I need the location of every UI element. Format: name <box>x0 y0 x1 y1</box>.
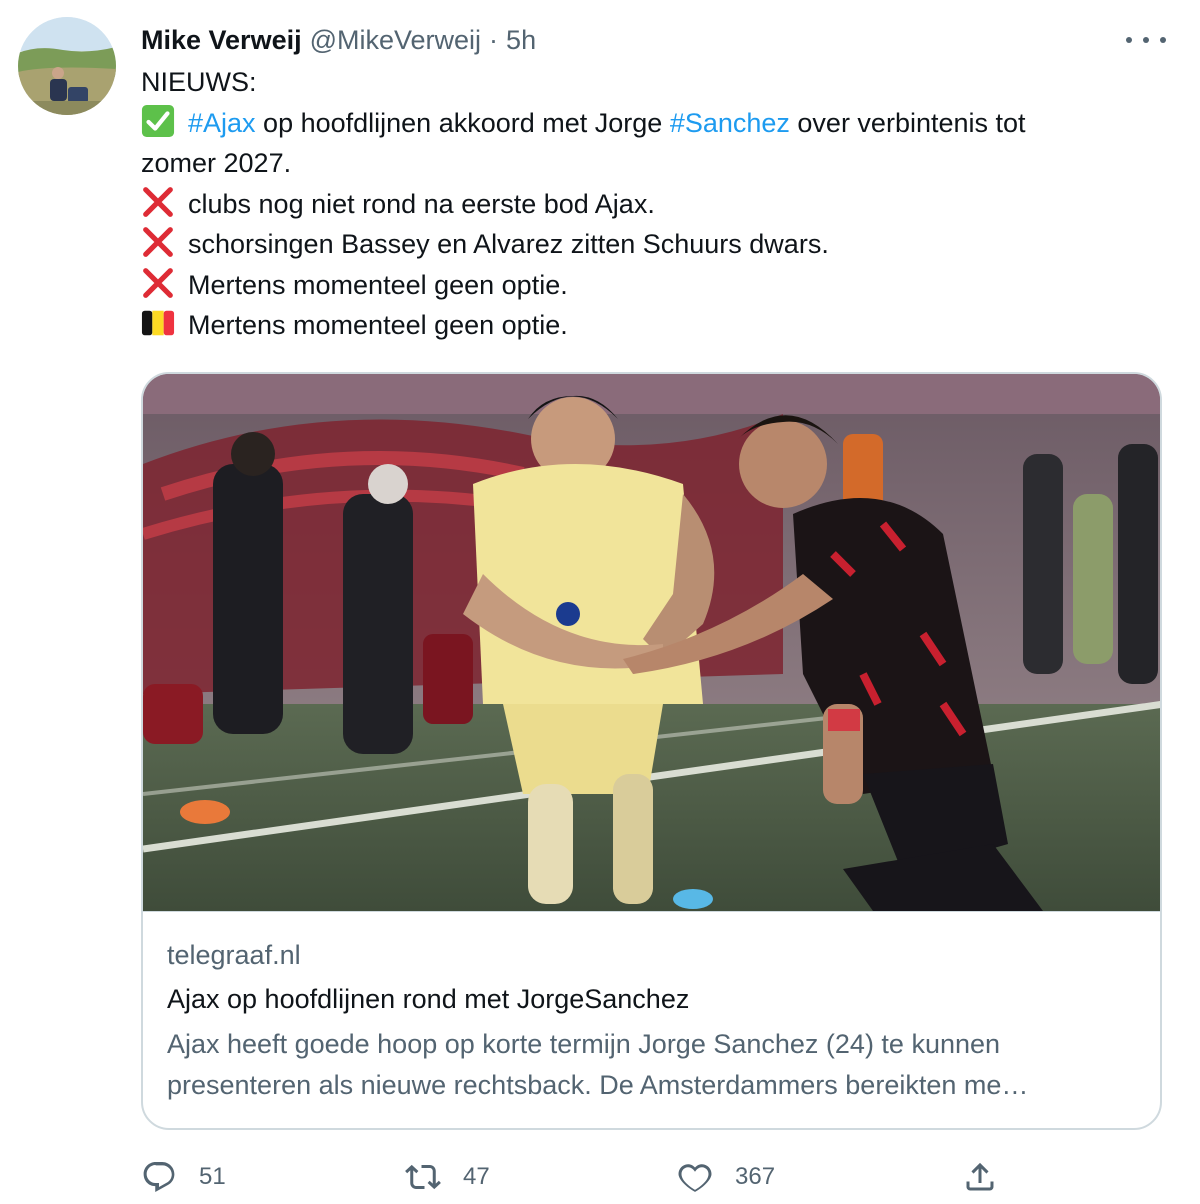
retweet-icon <box>405 1164 441 1190</box>
author-avatar[interactable] <box>18 17 116 115</box>
tweet-text-segment: op hoofdlijnen akkoord met Jorge <box>255 107 670 138</box>
cross-mark-icon <box>143 267 173 298</box>
tweet-text-segment: clubs nog niet rond na eerste bod Ajax. <box>188 188 655 219</box>
tweet-text-segment: schorsingen Bassey en Alvarez zitten Sch… <box>188 229 829 259</box>
tweet-line: zomer 2027. <box>141 148 292 178</box>
share-icon <box>966 1162 994 1191</box>
hashtag-link[interactable]: #Sanchez <box>670 108 790 138</box>
card-description: Ajax heeft goede hoop op korte termijn J… <box>167 1029 1029 1100</box>
tweet-text-segment: over verbintenis tot <box>789 107 1026 138</box>
card-domain: telegraaf.nl <box>167 940 301 970</box>
tweet-action-bar: 51 47 367 <box>0 1150 1200 1204</box>
more-horizontal-icon[interactable] <box>1126 28 1166 52</box>
card-title: Ajax op hoofdlijnen rond met JorgeSanche… <box>167 984 690 1014</box>
tweet-line: clubs nog niet rond na eerste bod Ajax. <box>141 184 1171 225</box>
card-image[interactable] <box>143 374 1162 911</box>
link-preview-card[interactable]: telegraaf.nl Ajax op hoofdlijnen rond me… <box>141 372 1162 1130</box>
tweet-timestamp[interactable]: 5h <box>506 25 536 56</box>
tweet-text-segment: Mertens momenteel geen optie. <box>188 269 568 300</box>
reply-icon <box>143 1162 175 1193</box>
reply-count: 51 <box>199 1163 226 1190</box>
tweet-line: #Ajax op hoofdlijnen akkoord met Jorge #… <box>141 103 1171 144</box>
tweet-line: Mertens momenteel geen optie. <box>141 265 1171 306</box>
cross-mark-icon <box>143 227 173 257</box>
belgium-flag-icon <box>141 310 175 336</box>
like-count: 367 <box>735 1163 776 1190</box>
tweet-header: Mike Verweij @MikeVerweij · 5h <box>141 20 536 60</box>
heart-icon <box>678 1164 712 1192</box>
avatar-image <box>18 17 116 115</box>
cross-mark-icon <box>143 186 173 217</box>
retweet-count: 47 <box>463 1163 490 1190</box>
reply-button[interactable]: 51 <box>141 1150 226 1204</box>
hashtag-link[interactable]: #Ajax <box>188 108 256 138</box>
tweet-line: Mertens momenteel geen optie. <box>141 305 1171 346</box>
author-display-name[interactable]: Mike Verweij <box>141 25 302 56</box>
check-mark-icon <box>141 104 175 137</box>
card-info[interactable]: telegraaf.nl Ajax op hoofdlijnen rond me… <box>143 911 1160 1128</box>
like-button[interactable]: 367 <box>677 1150 775 1204</box>
tweet-line: NIEUWS: <box>141 67 257 97</box>
author-handle[interactable]: @MikeVerweij <box>310 25 481 56</box>
share-button[interactable] <box>962 1150 998 1204</box>
tweet-line: schorsingen Bassey en Alvarez zitten Sch… <box>141 224 1171 265</box>
separator-dot: · <box>489 24 499 55</box>
retweet-button[interactable]: 47 <box>405 1150 490 1204</box>
tweet-text-segment: Mertens momenteel geen optie. <box>188 310 568 340</box>
tweet-text: NIEUWS: #Ajax op hoofdlijnen akkoord met… <box>141 62 1171 346</box>
